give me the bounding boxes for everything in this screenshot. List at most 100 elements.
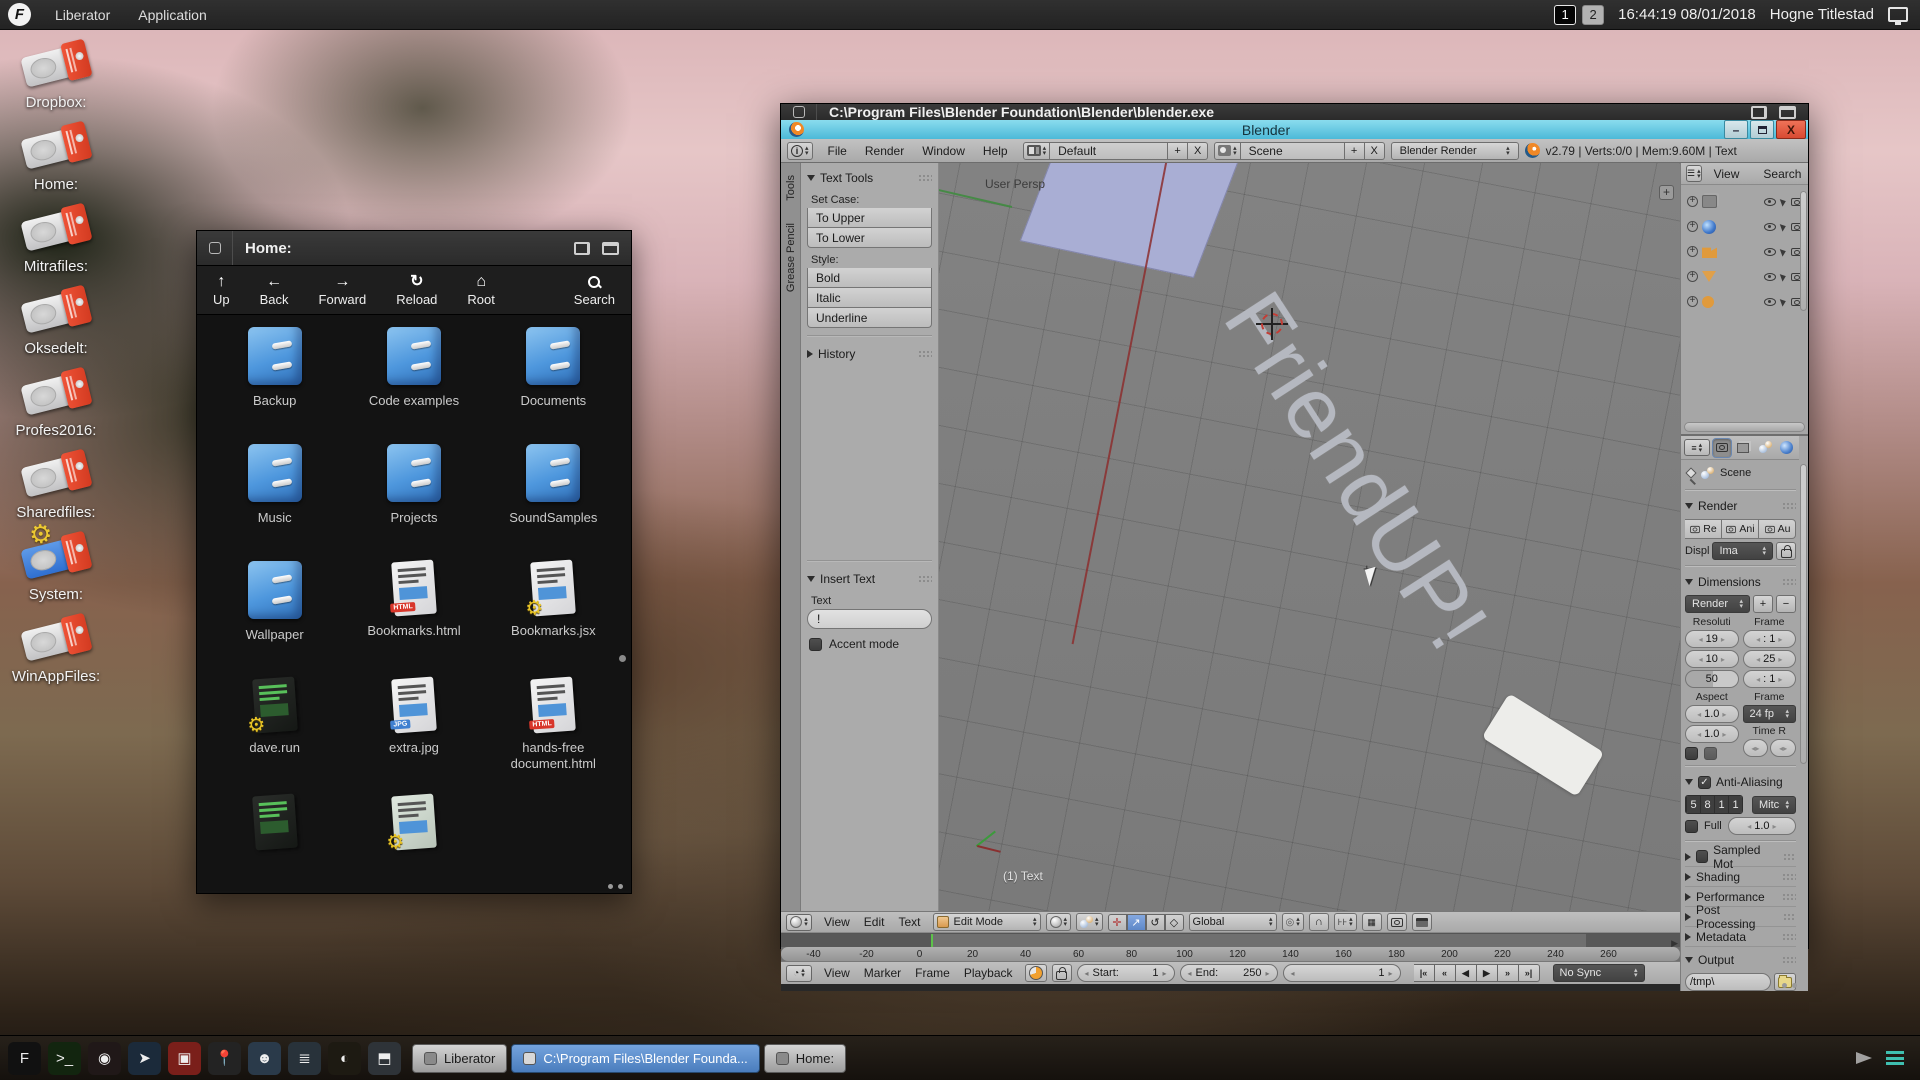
viewport-3d[interactable]: FriendUP! User Persp (1) Text + +: [939, 163, 1680, 911]
properties-editor-icon[interactable]: ≡▴▾: [1684, 439, 1710, 456]
render-action-button[interactable]: Re: [1685, 519, 1722, 539]
pivot-select[interactable]: ▴▾: [1076, 913, 1103, 931]
output-panel-header[interactable]: Output: [1685, 950, 1796, 970]
file-item[interactable]: ⚙ dave.run: [205, 678, 344, 795]
timeline-ruler[interactable]: -40-200204060801001201401601802002202402…: [781, 933, 1680, 961]
antialiasing-panel-header[interactable]: ✓Anti-Aliasing: [1685, 772, 1796, 792]
toolbar-button[interactable]: Root: [467, 273, 494, 307]
panel-grip-icon[interactable]: [1782, 933, 1796, 941]
editor-type-icon[interactable]: ▴▾: [786, 914, 812, 931]
manipulator-translate-icon[interactable]: ↗: [1127, 914, 1146, 931]
lock-icon[interactable]: [1052, 964, 1072, 982]
dock-icon[interactable]: ☻: [248, 1042, 281, 1075]
aa-samples-button[interactable]: 5: [1686, 796, 1700, 813]
file-item[interactable]: ⚙: [344, 795, 483, 891]
panel-grip-icon[interactable]: [1782, 873, 1796, 881]
outliner-menu[interactable]: Search: [1756, 167, 1808, 181]
minimize-button[interactable]: –: [1724, 120, 1748, 139]
tray-menu-icon[interactable]: [1886, 1051, 1904, 1065]
visibility-eye-icon[interactable]: [1764, 198, 1776, 206]
desktop-icon[interactable]: ⚙ Sharedfiles:: [8, 452, 104, 521]
dock-icon[interactable]: ⬒: [368, 1042, 401, 1075]
render-panel-header[interactable]: Render: [1685, 496, 1796, 516]
viewport-menu[interactable]: Text: [891, 915, 927, 929]
current-frame-field[interactable]: ◂1▸: [1283, 964, 1401, 982]
expand-icon[interactable]: [1687, 296, 1698, 307]
outliner-row[interactable]: [1683, 289, 1806, 314]
playback-button[interactable]: »: [1498, 964, 1519, 982]
screens-icon[interactable]: [1888, 7, 1908, 22]
menubar-menu[interactable]: Window: [913, 144, 974, 158]
manipulator-axis-icon[interactable]: ✛: [1108, 914, 1127, 931]
expand-icon[interactable]: [1687, 246, 1698, 257]
selectability-cursor-icon[interactable]: [1780, 272, 1787, 281]
task-button[interactable]: Liberator: [412, 1044, 507, 1073]
screen-layout-icon[interactable]: ▴▾: [1023, 142, 1051, 160]
aa-filter-select[interactable]: Mitc▴▾: [1752, 796, 1796, 814]
full-sample-checkbox[interactable]: [1685, 820, 1698, 833]
blender-titlebar[interactable]: Blender – X: [781, 120, 1808, 139]
file-item[interactable]: Wallpaper: [205, 561, 344, 678]
playback-button[interactable]: |«: [1414, 964, 1435, 982]
render-preset-select[interactable]: Render▴▾: [1685, 595, 1750, 613]
blender-outer-titlebar[interactable]: C:\Program Files\Blender Foundation\Blen…: [781, 104, 1808, 120]
style-button[interactable]: Italic: [807, 288, 932, 308]
fps-select[interactable]: 24 fp▴▾: [1743, 705, 1797, 723]
selectability-cursor-icon[interactable]: [1780, 197, 1787, 206]
desktop-icon[interactable]: ⚙ Home:: [8, 124, 104, 193]
resolution-percent-slider[interactable]: 50: [1685, 670, 1739, 688]
screen-layout-field[interactable]: Default: [1050, 142, 1168, 160]
desktop-icon[interactable]: ⚙ System:: [8, 534, 104, 603]
window-menu-icon[interactable]: [197, 231, 233, 265]
panel-grip-icon[interactable]: [918, 350, 932, 358]
set-case-button[interactable]: To Lower: [807, 228, 932, 248]
delete-layout-button[interactable]: X: [1188, 142, 1208, 160]
expand-icon[interactable]: [1687, 221, 1698, 232]
panel-grip-icon[interactable]: [1782, 578, 1796, 586]
insert-text-input[interactable]: !: [807, 609, 932, 629]
aspect-y-field[interactable]: ◂1.0▸: [1685, 725, 1739, 743]
snap-target-icon[interactable]: ▦: [1362, 913, 1382, 931]
visibility-eye-icon[interactable]: [1764, 273, 1776, 281]
style-button[interactable]: Bold: [807, 268, 932, 288]
collapsed-panel-header[interactable]: Post Processing: [1685, 907, 1796, 927]
aa-samples-button[interactable]: 8: [1700, 796, 1714, 813]
manipulator-rotate-icon[interactable]: ↺: [1146, 914, 1165, 931]
time-new-field[interactable]: ◂▸: [1770, 739, 1796, 757]
timeline-menu[interactable]: Frame: [908, 966, 957, 980]
desktop-icon[interactable]: ⚙ Profes2016:: [8, 370, 104, 439]
menubar-menu[interactable]: File: [819, 144, 856, 158]
fullscreen-icon[interactable]: [602, 242, 619, 255]
duplicate-window-icon[interactable]: [1751, 106, 1767, 119]
render-opengl-icon[interactable]: [1387, 913, 1407, 931]
panel-grip-icon[interactable]: [918, 174, 932, 182]
visibility-eye-icon[interactable]: [1764, 223, 1776, 231]
panel-grip-icon[interactable]: [1783, 853, 1796, 861]
region-toggle-icon[interactable]: ▶: [1671, 938, 1678, 949]
panel-grip-icon[interactable]: [1782, 956, 1796, 964]
desktop-icon[interactable]: ⚙ WinAppFiles:: [8, 616, 104, 685]
dock-icon[interactable]: ≣: [288, 1042, 321, 1075]
timeline-menu[interactable]: Playback: [957, 966, 1020, 980]
scene-tab-icon[interactable]: [1734, 439, 1753, 457]
desktop-icon[interactable]: ⚙ Oksedelt:: [8, 288, 104, 357]
task-button[interactable]: Home:: [764, 1044, 846, 1073]
dimensions-panel-header[interactable]: Dimensions: [1685, 572, 1796, 592]
file-item[interactable]: Code examples: [344, 327, 483, 444]
pin-icon[interactable]: [1685, 467, 1696, 478]
selectability-cursor-icon[interactable]: [1780, 247, 1787, 256]
render-action-button[interactable]: Ani: [1722, 519, 1759, 539]
file-item[interactable]: HTML⚙ Bookmarks.html HTML: [344, 561, 483, 678]
file-manager-titlebar[interactable]: Home:: [197, 231, 631, 265]
snap-element-select[interactable]: ⊦⊦▴▾: [1334, 913, 1357, 931]
toolbar-button[interactable]: Forward: [319, 273, 367, 307]
playback-button[interactable]: ▶: [1477, 964, 1498, 982]
world-tab-icon[interactable]: [1756, 439, 1775, 457]
toolbar-button[interactable]: Back: [260, 273, 289, 307]
outliner-row[interactable]: [1683, 239, 1806, 264]
file-item[interactable]: ⚙ Bookmarks.jsx: [484, 561, 623, 678]
output-path-field[interactable]: /tmp\: [1685, 973, 1771, 991]
window-resize-grip[interactable]: [608, 884, 623, 889]
file-item[interactable]: SoundSamples: [484, 444, 623, 561]
timeline-menu[interactable]: View: [817, 966, 857, 980]
